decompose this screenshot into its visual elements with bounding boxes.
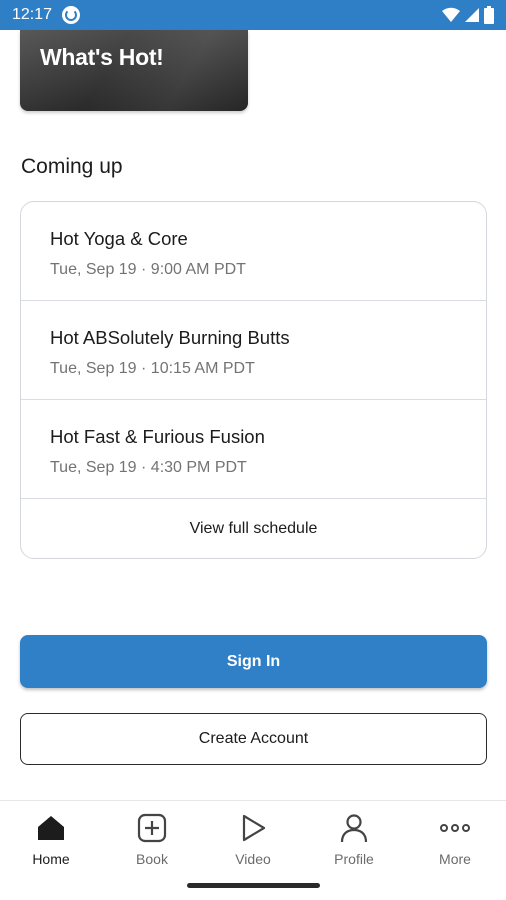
home-icon [34,811,68,845]
notification-icon [62,6,81,24]
nav-more[interactable]: More [410,811,500,867]
sign-in-button[interactable]: Sign In [20,635,487,688]
person-icon [337,811,371,845]
class-name: Hot Fast & Furious Fusion [50,426,265,447]
cell-signal-icon [465,8,479,22]
class-row[interactable]: Hot ABSolutely Burning Butts Tue, Sep 19… [21,301,486,400]
wifi-icon [442,7,460,23]
battery-icon [484,6,494,24]
status-time: 12:17 [12,6,53,23]
class-time: Tue, Sep 19 · 9:00 AM PDT [50,261,246,278]
class-row[interactable]: Hot Fast & Furious Fusion Tue, Sep 19 · … [21,400,486,499]
play-icon [236,811,270,845]
class-name: Hot Yoga & Core [50,228,188,249]
nav-home[interactable]: Home [6,811,96,867]
class-time: Tue, Sep 19 · 4:30 PM PDT [50,459,247,476]
nav-profile[interactable]: Profile [309,811,399,867]
nav-label: Video [235,851,271,867]
class-row[interactable]: Hot Yoga & Core Tue, Sep 19 · 9:00 AM PD… [21,202,486,301]
hero-title: What's Hot! [40,44,164,70]
gesture-bar[interactable] [187,883,320,888]
class-name: Hot ABSolutely Burning Butts [50,327,290,348]
status-bar: 12:17 [0,0,506,30]
more-dots-icon [438,811,472,845]
nav-label: Home [32,851,70,867]
create-account-button[interactable]: Create Account [20,713,487,765]
view-full-schedule-link[interactable]: View full schedule [21,499,486,558]
coming-up-title: Coming up [21,155,123,178]
whats-hot-card[interactable]: What's Hot! [20,30,248,111]
status-icons [442,6,494,24]
schedule-card: Hot Yoga & Core Tue, Sep 19 · 9:00 AM PD… [20,201,487,559]
nav-video[interactable]: Video [208,811,298,867]
book-plus-icon [135,811,169,845]
nav-book[interactable]: Book [107,811,197,867]
nav-label: Profile [334,851,374,867]
nav-label: Book [136,851,168,867]
class-time: Tue, Sep 19 · 10:15 AM PDT [50,360,255,377]
nav-label: More [439,851,471,867]
